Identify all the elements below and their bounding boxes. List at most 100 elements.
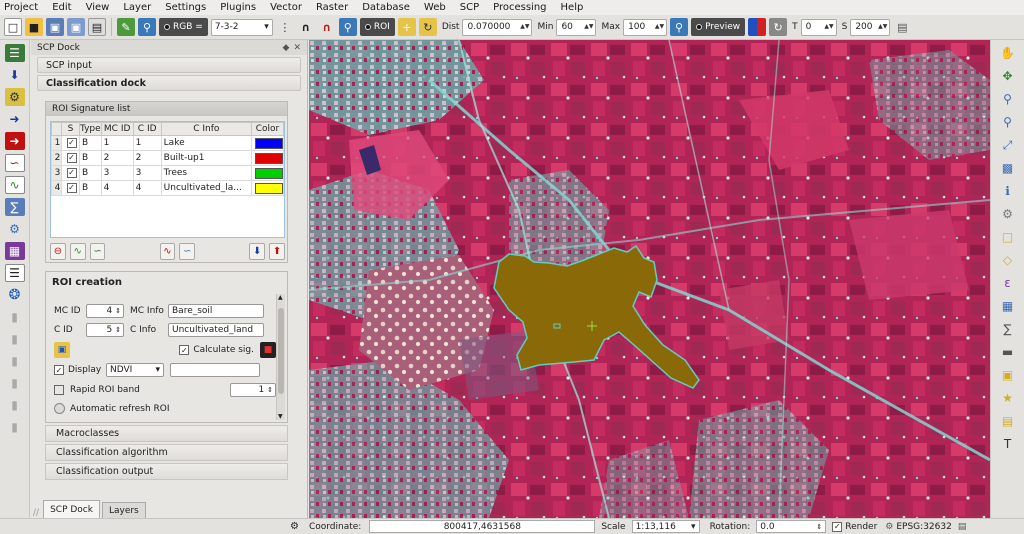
signature-checkbox[interactable]: ✓ <box>66 152 77 163</box>
menu-help[interactable]: Help <box>561 2 584 13</box>
messages-icon[interactable]: ⚙ <box>290 521 299 532</box>
crs-icon[interactable]: ⚙ <box>885 522 893 532</box>
batch-icon[interactable]: ▦ <box>4 242 25 260</box>
auto-refresh-radio[interactable] <box>54 403 65 414</box>
mc-info-input[interactable]: Bare_soil <box>168 304 264 318</box>
new-project-icon[interactable]: □ <box>4 18 22 36</box>
pan-hand-icon[interactable]: ✋ <box>998 44 1018 62</box>
roi-toggle-button[interactable]: ROI <box>359 18 395 36</box>
col-header-mc-id[interactable]: MC ID <box>100 122 134 136</box>
scp-input-header[interactable]: SCP input <box>37 57 301 73</box>
rgb-toggle-button[interactable]: RGB = <box>159 18 208 36</box>
roi-signature-list-title[interactable]: ROI Signature list <box>46 102 287 116</box>
zoom-in-icon[interactable]: ⚲ <box>998 90 1018 108</box>
scatter-plot-icon[interactable]: ∽ <box>4 154 25 172</box>
classification-output-header[interactable]: Classification output <box>45 463 288 480</box>
mc-id-spinbox[interactable]: 4 ⇕ <box>86 304 124 318</box>
signature-checkbox-cell[interactable]: ✓ <box>61 135 80 151</box>
menu-vector[interactable]: Vector <box>270 2 302 13</box>
classification-algorithm-header[interactable]: Classification algorithm <box>45 444 288 461</box>
c-info-cell[interactable]: Lake <box>160 135 253 151</box>
color-swatch[interactable] <box>254 167 283 179</box>
mc-id-cell[interactable]: 3 <box>100 165 134 181</box>
map-tips-icon[interactable]: ▣ <box>998 366 1018 384</box>
classification-dock-header[interactable]: Classification dock <box>37 75 301 91</box>
coordinate-field[interactable]: 800417,4631568 <box>369 520 596 533</box>
display-value-input[interactable] <box>170 363 260 377</box>
scroll-down-icon[interactable]: ▼ <box>278 413 283 420</box>
menu-raster[interactable]: Raster <box>316 2 348 13</box>
measure-icon[interactable]: ▬ <box>998 343 1018 361</box>
stretch-curve-icon[interactable]: ∩ <box>297 18 315 36</box>
zoom-layer-icon[interactable]: ▩ <box>998 159 1018 177</box>
macroclasses-header[interactable]: Macroclasses <box>45 425 288 442</box>
signature-table[interactable]: S Type MC ID C ID C Info Color 1 ✓ B 1 1 Lake… <box>50 121 285 238</box>
mc-id-cell[interactable]: 2 <box>100 150 134 166</box>
color-cell[interactable] <box>251 135 284 151</box>
scp-input-icon[interactable]: ✎ <box>117 18 135 36</box>
map-canvas[interactable] <box>309 40 990 518</box>
table-row[interactable]: 2 ✓ B 2 2 Built-up1 <box>51 150 284 166</box>
disabled-tool-icon[interactable]: ▮ <box>5 374 25 392</box>
scatter-plot-icon[interactable]: ∽ <box>179 242 196 260</box>
c-id-cell[interactable]: 3 <box>132 165 162 181</box>
display-combo[interactable]: NDVI ▾ <box>106 363 164 377</box>
menu-scp[interactable]: SCP <box>460 2 479 13</box>
color-cell[interactable] <box>251 165 284 181</box>
statistics-icon[interactable]: ∑ <box>998 320 1018 338</box>
c-info-cell[interactable]: Uncultivated_la... <box>160 180 253 196</box>
c-info-cell[interactable]: Built-up1 <box>160 150 253 166</box>
bookmark-icon[interactable]: ★ <box>998 389 1018 407</box>
c-id-cell[interactable]: 4 <box>132 180 162 196</box>
disabled-tool-icon[interactable]: ▮ <box>5 330 25 348</box>
col-header-type[interactable]: Type <box>79 122 102 136</box>
col-header-s[interactable]: S <box>61 122 80 136</box>
download-arrow-icon[interactable]: ⬇ <box>5 66 25 84</box>
menu-edit[interactable]: Edit <box>52 2 71 13</box>
run-action-icon[interactable]: ⚙ <box>998 205 1018 223</box>
mc-id-cell[interactable]: 1 <box>100 135 134 151</box>
stretch-curve-red-icon[interactable]: ∩ <box>318 18 336 36</box>
zoom-roi-icon[interactable]: ⚲ <box>338 18 357 36</box>
export-signature-icon[interactable]: ⬆ <box>269 242 285 260</box>
roi-redo-icon[interactable]: ↻ <box>418 18 437 36</box>
preview-toggle-button[interactable]: Preview <box>691 18 746 36</box>
scrollbar-thumb[interactable] <box>278 308 284 394</box>
menu-web[interactable]: Web <box>424 2 446 13</box>
settings-icon[interactable]: ⚙ <box>5 220 25 238</box>
min-spinbox[interactable]: 60 ▲▼ <box>556 18 597 36</box>
signature-checkbox[interactable]: ✓ <box>66 167 77 178</box>
color-swatch[interactable] <box>254 137 283 149</box>
print-layout-icon[interactable]: ▤ <box>88 18 106 36</box>
classification-preview-icon[interactable] <box>748 18 767 36</box>
color-cell[interactable] <box>251 180 284 196</box>
zoom-image-icon[interactable]: ⚲ <box>138 18 156 36</box>
signature-checkbox-cell[interactable]: ✓ <box>61 180 80 196</box>
color-cell[interactable] <box>251 150 284 166</box>
import-signature-icon[interactable]: ⬇ <box>249 242 266 260</box>
spectral-plot-icon[interactable]: ∿ <box>4 176 25 194</box>
disabled-tool-icon[interactable]: ▮ <box>5 352 25 370</box>
c-id-cell[interactable]: 1 <box>132 135 162 151</box>
display-checkbox[interactable]: ✓ <box>54 365 64 375</box>
roi-creation-scrollbar[interactable]: ▲ ▼ <box>276 294 285 420</box>
type-cell[interactable]: B <box>79 135 102 151</box>
text-annotation-icon[interactable]: T <box>998 435 1018 453</box>
export-icon[interactable]: ➜ <box>4 132 25 150</box>
band-prev-icon[interactable]: ⋮ <box>276 18 294 36</box>
close-icon[interactable]: ✕ <box>293 43 301 53</box>
zoom-full-icon[interactable]: ⤢ <box>998 136 1018 154</box>
signature-checkbox-cell[interactable]: ✓ <box>61 165 80 181</box>
c-id-spinbox[interactable]: 5 ⇕ <box>86 323 124 337</box>
zoom-preview-icon[interactable]: ⚲ <box>670 18 689 36</box>
t-spinbox[interactable]: 0 ▲▼ <box>800 18 837 36</box>
disabled-tool-icon[interactable]: ▮ <box>5 418 25 436</box>
delete-roi-icon[interactable]: ⊖ <box>50 242 66 260</box>
menu-project[interactable]: Project <box>4 2 38 13</box>
roi-creation-title[interactable]: ROI creation <box>46 272 287 292</box>
type-cell[interactable]: B <box>79 180 102 196</box>
color-swatch[interactable] <box>254 182 283 194</box>
rapid-roi-band-checkbox[interactable] <box>54 385 64 395</box>
rotation-field[interactable]: 0.0 ⇕ <box>756 520 827 533</box>
tab-layers[interactable]: Layers <box>101 502 146 518</box>
